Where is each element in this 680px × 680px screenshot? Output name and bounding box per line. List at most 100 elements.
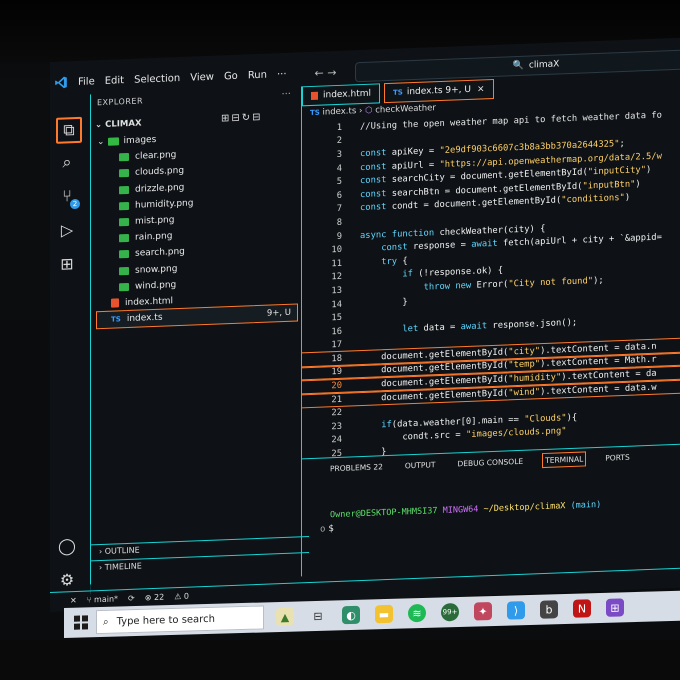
source-control-badge: 2 (70, 198, 80, 210)
tab-terminal[interactable]: TERMINAL (542, 451, 587, 469)
prompt-path: ~/Desktop/climaX (483, 501, 566, 515)
image-file-icon (119, 169, 129, 178)
menu-view[interactable]: View (190, 71, 214, 83)
sync-icon[interactable]: ⟳ (128, 593, 135, 602)
breadcrumb-separator: › (358, 106, 363, 117)
image-file-icon (119, 217, 129, 227)
line-number: 4 (336, 163, 342, 174)
line-number: 12 (331, 272, 342, 283)
explorer-more-button[interactable]: ··· (281, 89, 291, 100)
menu-go[interactable]: Go (224, 70, 238, 82)
tab-debug-console[interactable]: DEBUG CONSOLE (455, 455, 525, 471)
line-number: 5 (336, 176, 342, 188)
image-file-icon (119, 234, 129, 243)
html-file-icon (311, 91, 318, 100)
line-number: 6 (336, 190, 342, 201)
line-number: 19 (331, 367, 342, 378)
line-number: 20 (331, 380, 342, 392)
menu-file[interactable]: File (78, 76, 95, 88)
terminal-input[interactable]: o $ (320, 524, 334, 535)
line-number: 1 (336, 122, 342, 133)
breadcrumb-symbol[interactable]: checkWeather (375, 103, 436, 115)
search-icon[interactable]: ⌕ (56, 151, 78, 174)
nav-arrows[interactable]: ← → (315, 65, 337, 79)
ts-file-icon: TS (111, 315, 121, 324)
files-icon[interactable]: ⧉ (56, 116, 82, 144)
line-number: 23 (331, 421, 342, 433)
breadcrumb-file[interactable]: index.ts (323, 106, 357, 117)
project-folder[interactable]: ⌄ CLIMAX (95, 118, 142, 130)
whatsapp-icon[interactable]: 99+ (441, 602, 459, 622)
netflix-icon[interactable]: N (573, 599, 591, 618)
file-badge: 9+, U (266, 307, 291, 319)
vscode-logo-icon (55, 76, 67, 89)
taskbar-search[interactable]: ⌕ Type here to search (96, 605, 264, 635)
tab-output[interactable]: OUTPUT (403, 458, 438, 472)
tab-index-html[interactable]: index.html (302, 83, 380, 107)
vscode-window: File Edit Selection View Go Run ··· ← → … (50, 37, 680, 612)
copilot-icon[interactable]: ✦ (474, 602, 492, 621)
tab-index-ts[interactable]: TS index.ts 9+, U × (383, 78, 494, 104)
image-file-icon (119, 250, 129, 259)
image-file-icon (119, 282, 129, 292)
line-number: 24 (331, 435, 342, 446)
line-number: 11 (331, 258, 342, 269)
terminal-prompt: Owner@DESKTOP-MHMSI37 MINGW64 ~/Desktop/… (330, 500, 601, 520)
vscode-taskbar-icon[interactable]: ⟩ (507, 601, 525, 620)
close-icon[interactable]: × (477, 84, 485, 94)
line-number: 15 (331, 312, 342, 324)
monitor-screen: File Edit Selection View Go Run ··· ← → … (0, 0, 680, 680)
image-file-icon (119, 153, 129, 162)
menu-more[interactable]: ··· (277, 68, 287, 79)
windows-start-icon[interactable] (74, 615, 88, 630)
activity-bar: ⧉ ⌕ ⑂ 2 ▷ ⊞ ◯ ⚙ (50, 94, 91, 597)
prompt-shell: MINGW64 (442, 504, 479, 516)
image-file-icon (119, 185, 129, 195)
search-icon: 🔍 (512, 60, 524, 72)
line-number: 8 (336, 217, 342, 228)
function-symbol-icon: ⬡ (365, 105, 373, 116)
search-text: climaX (528, 59, 560, 71)
extensions-icon[interactable]: ⊞ (56, 253, 78, 276)
line-number: 3 (336, 149, 342, 160)
task-view-icon[interactable]: ⊟ (309, 607, 327, 626)
menu-edit[interactable]: Edit (105, 75, 124, 87)
explorer-toolbar[interactable]: ⊞⊟↻⊟ (221, 112, 263, 125)
line-number: 13 (331, 285, 342, 297)
line-number: 9 (336, 231, 342, 242)
file-explorer-icon[interactable]: ▬ (375, 604, 393, 624)
app-icon-2[interactable]: ⊞ (606, 598, 624, 617)
menu-run[interactable]: Run (248, 69, 267, 81)
line-number: 2 (336, 136, 342, 147)
file-tree: ⌄ images clear.png clouds.png drizzle.png… (96, 127, 298, 330)
code-area[interactable]: 1//Using the open weather map api to fet… (301, 107, 680, 462)
explorer-sidebar: EXPLORER ··· ⌄ CLIMAX ⊞⊟↻⊟ ⌄ images clear… (90, 86, 309, 585)
account-icon[interactable]: ◯ (56, 535, 78, 558)
git-branch[interactable]: ⑂ main* (87, 594, 118, 604)
line-number: 14 (331, 299, 342, 310)
weather-widget-icon[interactable]: ▲ (276, 607, 294, 627)
app-icon[interactable]: b (540, 600, 558, 619)
menu-selection[interactable]: Selection (134, 72, 180, 85)
breadcrumb: TS index.ts › ⬡ checkWeather (310, 103, 436, 118)
spotify-icon[interactable]: ≋ (408, 603, 426, 623)
source-control-icon[interactable]: ⑂ 2 (56, 185, 80, 210)
html-file-icon (111, 298, 119, 309)
warnings-count[interactable]: ⚠ 0 (174, 591, 189, 601)
tab-problems[interactable]: PROBLEMS 22 (328, 460, 385, 475)
line-number: 10 (331, 244, 342, 256)
terminal-marker: o (320, 524, 326, 535)
errors-count[interactable]: ⊗ 22 (145, 592, 164, 602)
edge-browser-icon[interactable]: ◐ (342, 605, 360, 625)
explorer-title: EXPLORER (97, 96, 143, 108)
remote-icon[interactable]: ✕ (70, 595, 77, 604)
line-number: 22 (331, 408, 342, 419)
prompt-user: Owner@DESKTOP-MHMSI37 (330, 506, 438, 521)
code-editor: index.html TS index.ts 9+, U × TS index.ts… (301, 71, 680, 459)
settings-icon[interactable]: ⚙ (56, 569, 78, 592)
run-debug-icon[interactable]: ▷ (56, 219, 78, 242)
bottom-panel: PROBLEMS 22 OUTPUT DEBUG CONSOLE TERMINA… (302, 443, 680, 578)
tab-ports[interactable]: PORTS (603, 451, 631, 465)
ts-file-icon: TS (310, 108, 320, 118)
taskbar-icons: ▲ ⊟ ◐ ▬ ≋ 99+ ✦ ⟩ b N ⊞ (276, 598, 624, 627)
